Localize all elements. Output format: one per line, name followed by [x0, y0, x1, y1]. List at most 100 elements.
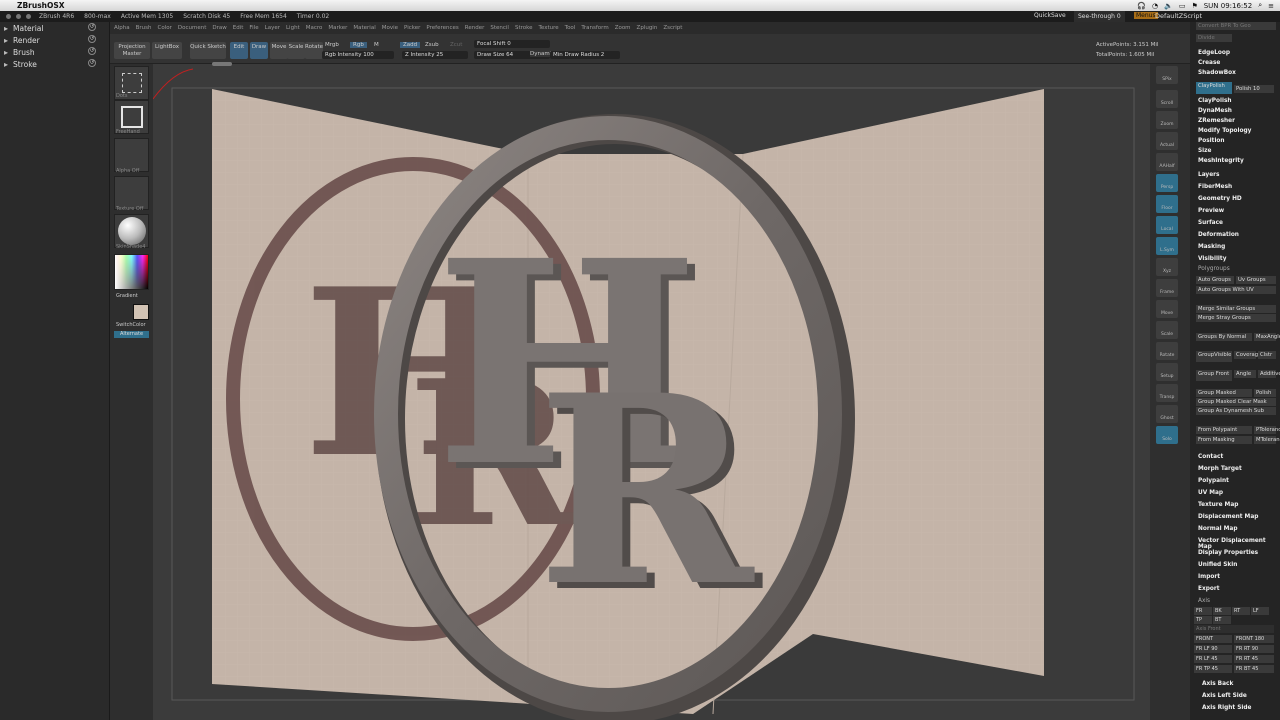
floor-button[interactable]: Floor	[1156, 195, 1178, 213]
preview-subpalette[interactable]: Preview	[1198, 208, 1224, 214]
axis-title[interactable]: Axis	[1198, 598, 1210, 604]
menu-edit[interactable]: Edit	[233, 25, 244, 31]
ptolerance-slider[interactable]: PTolerance	[1254, 426, 1280, 434]
from-polypaint-button[interactable]: From Polypaint	[1196, 426, 1252, 434]
zoom-button[interactable]: Zoom	[1156, 111, 1178, 129]
group-front-button[interactable]: Group Front	[1196, 370, 1232, 381]
zsub-toggle[interactable]: Zsub	[425, 42, 439, 48]
menu-light[interactable]: Light	[286, 25, 300, 31]
menu-render[interactable]: Render	[465, 25, 485, 31]
crease-subpalette[interactable]: Crease	[1198, 60, 1220, 66]
spix-button[interactable]: SPix	[1156, 66, 1178, 84]
tray-item-render[interactable]: ▸ Render ↺	[0, 34, 109, 46]
frame-button[interactable]: Frame	[1156, 279, 1178, 297]
merge-similar-groups-button[interactable]: Merge Similar Groups	[1196, 305, 1276, 313]
mtolerance-slider[interactable]: MTolerance	[1254, 436, 1280, 444]
menu-stencil[interactable]: Stencil	[490, 25, 509, 31]
axis-fr-rt-90-button[interactable]: FR RT 90	[1234, 645, 1274, 653]
ghost-button[interactable]: Ghost	[1156, 405, 1178, 423]
edit-button[interactable]: Edit	[230, 42, 248, 59]
menu-tool[interactable]: Tool	[565, 25, 576, 31]
group-visible-button[interactable]: GroupVisible	[1196, 351, 1232, 362]
canvas-render[interactable]: H R H H R R	[153, 64, 1150, 720]
axis-fr-tp-45-button[interactable]: FR TP 45	[1194, 665, 1232, 673]
menu-marker[interactable]: Marker	[328, 25, 347, 31]
menu-macro[interactable]: Macro	[306, 25, 323, 31]
xyz-button[interactable]: Xyz	[1156, 258, 1178, 276]
contact-subpalette[interactable]: Contact	[1198, 454, 1223, 460]
menu-texture[interactable]: Texture	[539, 25, 559, 31]
deformation-subpalette[interactable]: Deformation	[1198, 232, 1239, 238]
wifi-icon[interactable]: ◔	[1152, 2, 1158, 10]
layers-subpalette[interactable]: Layers	[1198, 172, 1219, 178]
axis-front-button[interactable]: FRONT	[1194, 635, 1232, 643]
draw-button[interactable]: Draw	[250, 42, 268, 59]
secondary-color-swatch[interactable]	[133, 304, 149, 320]
group-as-dynamesh-sub-button[interactable]: Group As Dynamesh Sub	[1196, 407, 1276, 415]
solo-button[interactable]: Solo	[1156, 426, 1178, 444]
axis-bt-button[interactable]: BT	[1213, 616, 1231, 624]
list-icon[interactable]: ≡	[1268, 2, 1274, 10]
texture-thumbnail[interactable]	[114, 176, 149, 210]
polypaint-subpalette[interactable]: Polypaint	[1198, 478, 1229, 484]
menu-zoom[interactable]: Zoom	[615, 25, 631, 31]
axis-bk-button[interactable]: BK	[1213, 607, 1231, 615]
axis-lf-button[interactable]: LF	[1251, 607, 1269, 615]
uv-map-subpalette[interactable]: UV Map	[1198, 490, 1223, 496]
texture-map-subpalette[interactable]: Texture Map	[1198, 502, 1238, 508]
quicksave-button[interactable]: QuickSave	[1034, 12, 1066, 19]
polish-slider[interactable]: Polish 10	[1234, 85, 1274, 93]
quick-sketch-button[interactable]: Quick Sketch	[190, 42, 226, 59]
axis-fr-lf-45-button[interactable]: FR LF 45	[1194, 655, 1232, 663]
rotate-button[interactable]: Rotate	[305, 42, 323, 59]
cycle-icon[interactable]: ↺	[88, 35, 96, 43]
volume-icon[interactable]: 🔈	[1164, 2, 1173, 10]
axis-front-header[interactable]: Axis Front	[1194, 625, 1274, 633]
menu-brush[interactable]: Brush	[136, 25, 152, 31]
group-masked-button[interactable]: Group Masked	[1196, 389, 1252, 397]
search-icon[interactable]: ⌕	[1258, 1, 1262, 10]
geometry-hd-subpalette[interactable]: Geometry HD	[1198, 196, 1242, 202]
axis-left-side-subpalette[interactable]: Axis Left Side	[1202, 693, 1247, 699]
minimize-window-icon[interactable]	[16, 14, 21, 19]
rotate-button[interactable]: Rotate	[1156, 342, 1178, 360]
setup-button[interactable]: Setup	[1156, 363, 1178, 381]
axis-rt-button[interactable]: RT	[1232, 607, 1250, 615]
masking-subpalette[interactable]: Masking	[1198, 244, 1225, 250]
edgeloop-subpalette[interactable]: EdgeLoop	[1198, 50, 1230, 56]
scale-button[interactable]: Scale	[1156, 321, 1178, 339]
convert-bpr-button[interactable]: Convert BPR To Geo	[1196, 22, 1276, 30]
rgb-toggle[interactable]: Rgb	[350, 42, 367, 48]
zremesher-subpalette[interactable]: ZRemesher	[1198, 118, 1235, 124]
import-subpalette[interactable]: Import	[1198, 574, 1220, 580]
visibility-subpalette[interactable]: Visibility	[1198, 256, 1226, 262]
axis-fr-rt-45-button[interactable]: FR RT 45	[1234, 655, 1274, 663]
display-properties-subpalette[interactable]: Display Properties	[1198, 550, 1258, 556]
fibermesh-subpalette[interactable]: FiberMesh	[1198, 184, 1232, 190]
cycle-icon[interactable]: ↺	[88, 59, 96, 67]
battery-icon[interactable]: ▭	[1179, 2, 1186, 10]
groups-by-normal-button[interactable]: Groups By Normal	[1196, 333, 1252, 341]
projection-master-button[interactable]: Projection Master	[114, 42, 150, 59]
morph-target-subpalette[interactable]: Morph Target	[1198, 466, 1242, 472]
close-window-icon[interactable]	[6, 14, 11, 19]
meshintegrity-subpalette[interactable]: MeshIntegrity	[1198, 158, 1244, 164]
menu-movie[interactable]: Movie	[382, 25, 398, 31]
zoom-window-icon[interactable]	[26, 14, 31, 19]
menu-preferences[interactable]: Preferences	[426, 25, 458, 31]
cycle-icon[interactable]: ↺	[88, 23, 96, 31]
from-masking-button[interactable]: From Masking	[1196, 436, 1252, 444]
axis-right-side-subpalette[interactable]: Axis Right Side	[1202, 705, 1251, 711]
zcut-toggle[interactable]: Zcut	[450, 42, 462, 48]
unified-skin-subpalette[interactable]: Unified Skin	[1198, 562, 1237, 568]
position-subpalette[interactable]: Position	[1198, 138, 1225, 144]
menu-zscript[interactable]: Zscript	[663, 25, 682, 31]
merge-stray-groups-button[interactable]: Merge Stray Groups	[1196, 314, 1276, 322]
coverage-slider[interactable]: Coverage	[1234, 351, 1261, 359]
gradient-label[interactable]: Gradient	[116, 293, 150, 299]
app-name[interactable]: ZBrushOSX	[17, 1, 65, 10]
cycle-icon[interactable]: ↺	[88, 47, 96, 55]
max-angle-slider[interactable]: MaxAngle	[1254, 333, 1280, 341]
move-button[interactable]: Move	[270, 42, 288, 59]
size-subpalette[interactable]: Size	[1198, 148, 1211, 154]
